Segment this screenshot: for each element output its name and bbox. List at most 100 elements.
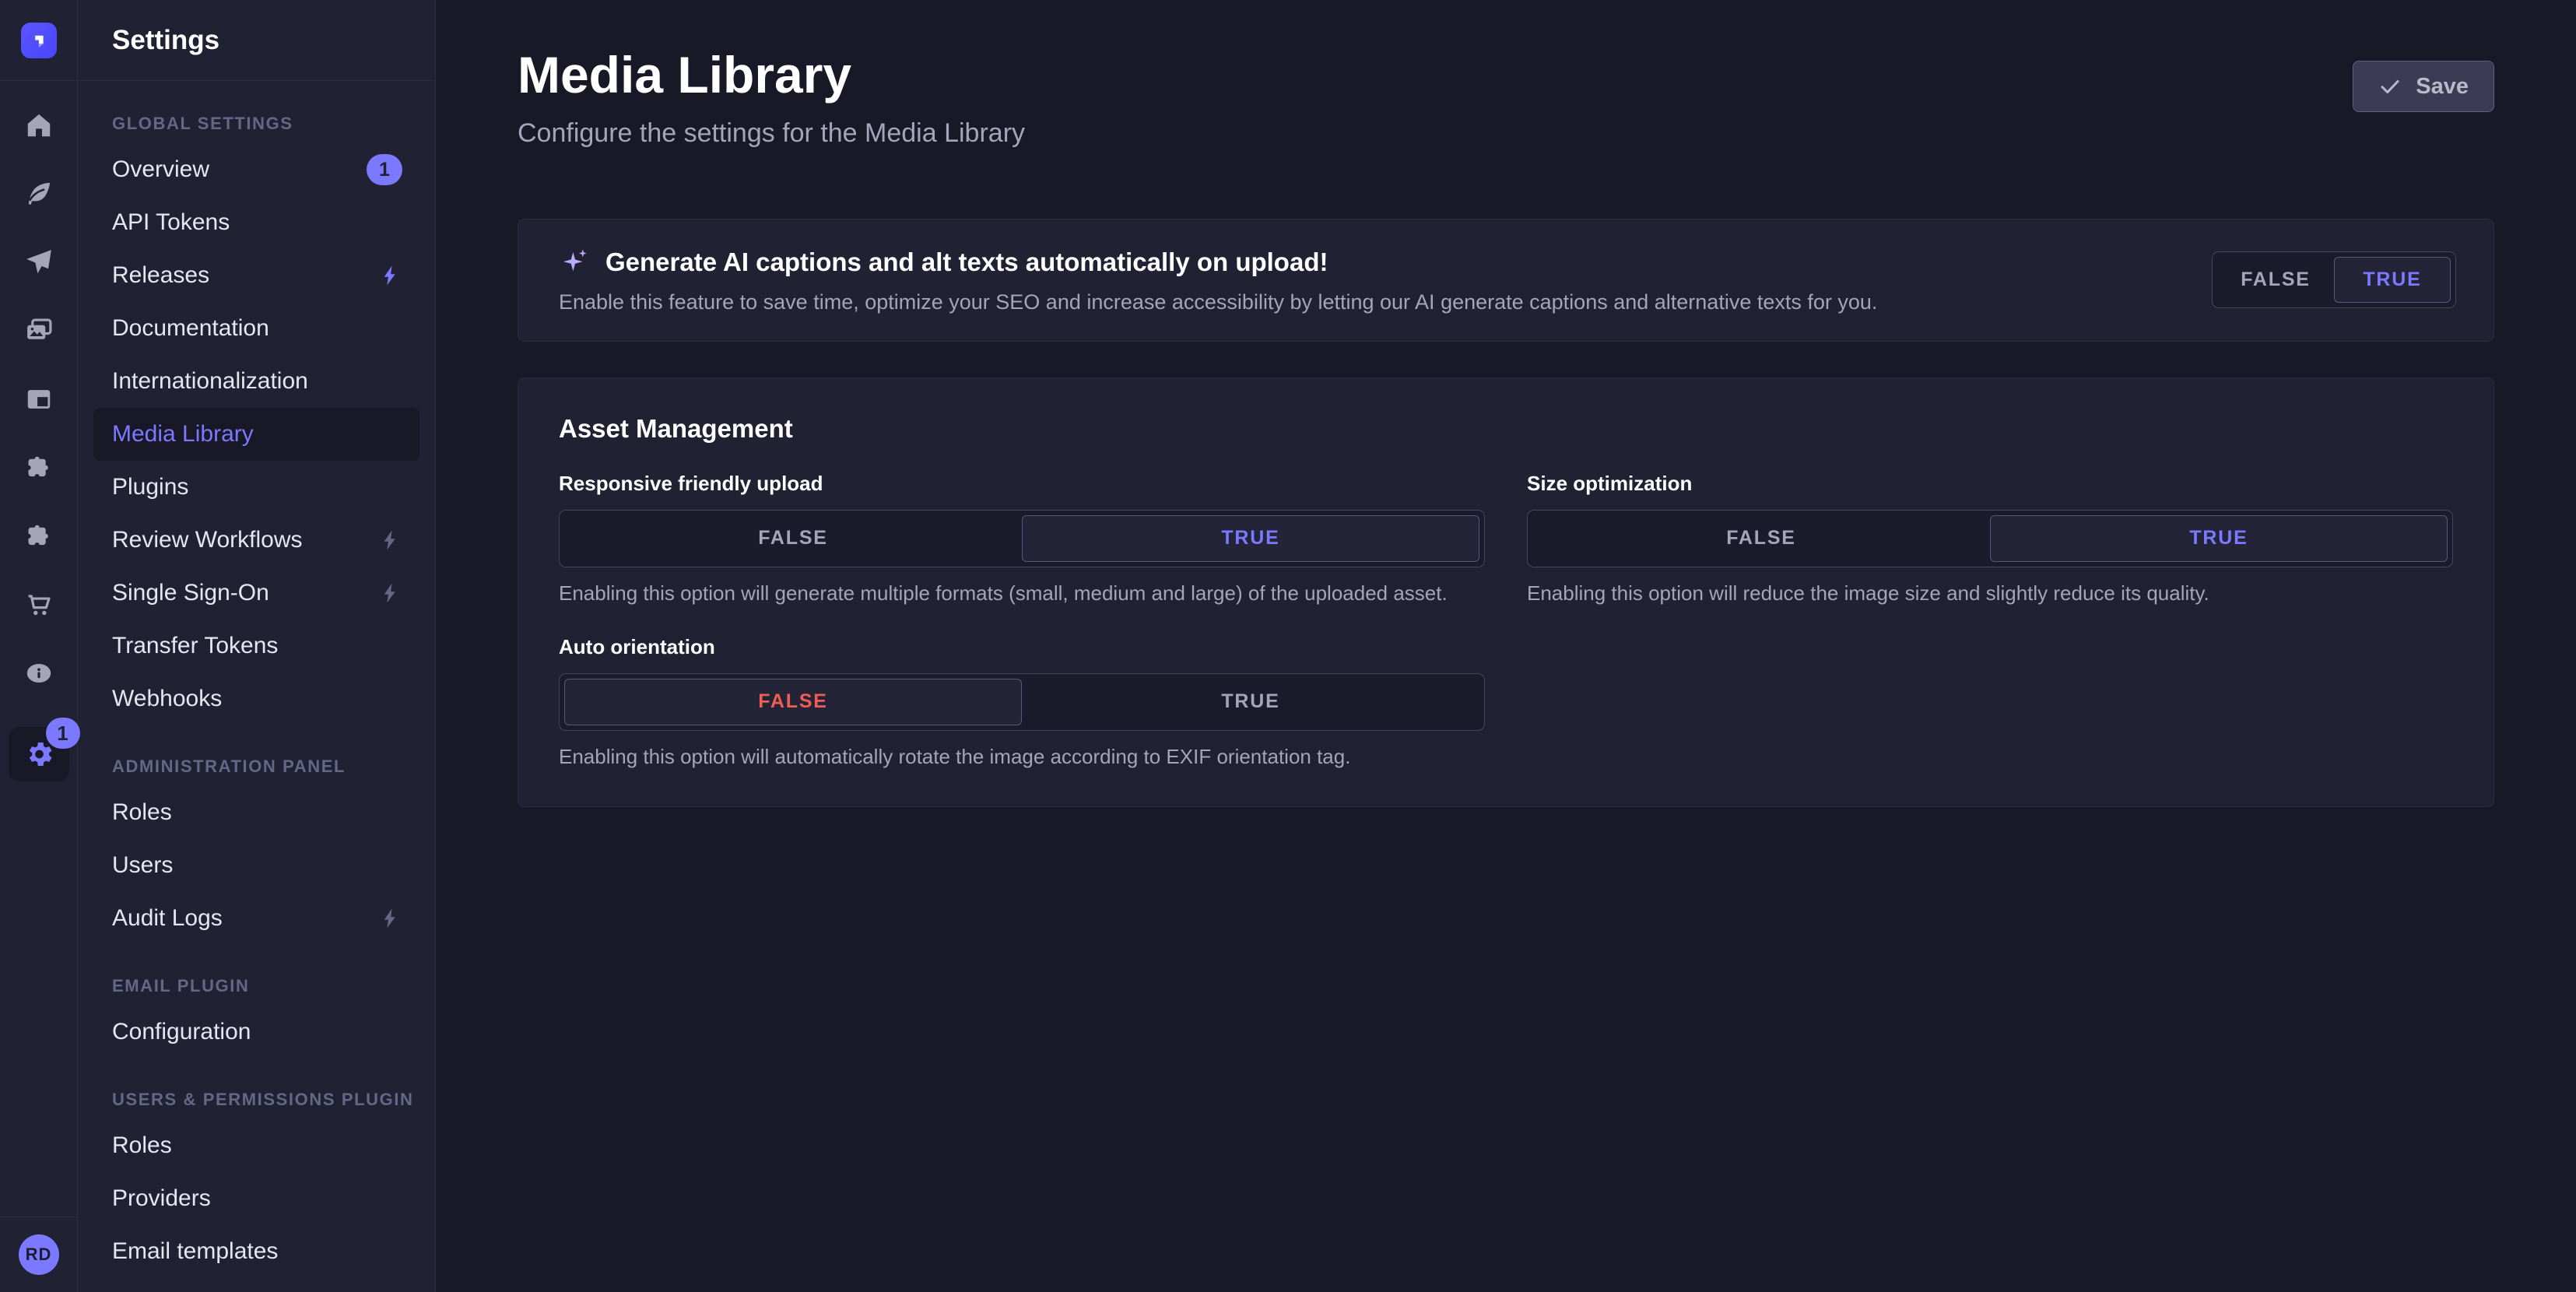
- releases-plane-icon[interactable]: [24, 248, 54, 277]
- sidebar-item-webhooks[interactable]: Webhooks: [93, 672, 419, 725]
- lightning-bolt-icon: [379, 907, 402, 930]
- lightning-bolt-icon: [379, 581, 402, 605]
- page-title: Media Library: [518, 47, 1025, 104]
- sidebar-item-roles[interactable]: Roles: [93, 786, 419, 839]
- sidebar-item-label: Email templates: [112, 1238, 278, 1265]
- field-size-optimization: Size optimization FALSE TRUE Enabling th…: [1527, 472, 2453, 606]
- size-optimization-toggle: FALSE TRUE: [1527, 510, 2453, 567]
- rail-icon-list: 1: [0, 81, 77, 1217]
- ai-caption-toggle: FALSE TRUE: [2212, 251, 2456, 308]
- auto-orientation-true[interactable]: TRUE: [1022, 679, 1479, 725]
- ai-toggle-false[interactable]: FALSE: [2217, 257, 2334, 303]
- sidebar-item-label: Media Library: [112, 421, 254, 448]
- asset-management-title: Asset Management: [559, 414, 2453, 444]
- settings-sidebar: Settings GLOBAL SETTINGS Overview 1 API …: [78, 0, 436, 1292]
- ai-caption-banner: Generate AI captions and alt texts autom…: [518, 219, 2494, 342]
- media-library-pictures-icon[interactable]: [24, 316, 54, 346]
- sidebar-item-label: Webhooks: [112, 686, 222, 712]
- size-optimization-true[interactable]: TRUE: [1990, 515, 2448, 562]
- ai-banner-text: Generate AI captions and alt texts autom…: [559, 246, 1877, 314]
- home-icon[interactable]: [24, 111, 54, 140]
- sidebar-item-configuration[interactable]: Configuration: [93, 1006, 419, 1059]
- field-empty-cell: [1527, 635, 2453, 769]
- save-button[interactable]: Save: [2353, 61, 2494, 112]
- sidebar-item-label: Internationalization: [112, 368, 308, 395]
- save-button-label: Save: [2416, 74, 2469, 100]
- content-type-builder-layout-icon[interactable]: [24, 384, 54, 414]
- field-auto-orientation: Auto orientation FALSE TRUE Enabling thi…: [559, 635, 1485, 769]
- sidebar-section-administration-panel: ADMINISTRATION PANEL Roles Users Audit L…: [112, 757, 419, 945]
- sidebar-item-label: Overview: [112, 156, 209, 183]
- auto-orientation-false[interactable]: FALSE: [564, 679, 1022, 725]
- ai-banner-head: Generate AI captions and alt texts autom…: [559, 246, 1877, 279]
- section-label: USERS & PERMISSIONS PLUGIN: [112, 1090, 419, 1110]
- check-icon: [2378, 75, 2402, 98]
- sidebar-title: Settings: [78, 0, 435, 81]
- sidebar-item-email-templates[interactable]: Email templates: [93, 1225, 419, 1278]
- field-responsive-friendly-upload: Responsive friendly upload FALSE TRUE En…: [559, 472, 1485, 606]
- size-optimization-false[interactable]: FALSE: [1532, 515, 1990, 562]
- responsive-upload-false[interactable]: FALSE: [564, 515, 1022, 562]
- user-avatar[interactable]: RD: [19, 1234, 59, 1275]
- sidebar-item-label: Roles: [112, 1132, 172, 1159]
- rail-header: [0, 0, 77, 81]
- sidebar-section-email-plugin: EMAIL PLUGIN Configuration: [112, 976, 419, 1059]
- sidebar-item-audit-logs[interactable]: Audit Logs: [93, 892, 419, 945]
- rail-footer: RD: [0, 1217, 77, 1292]
- sidebar-section-global-settings: GLOBAL SETTINGS Overview 1 API Tokens Re…: [112, 114, 419, 725]
- sidebar-item-overview[interactable]: Overview 1: [93, 143, 419, 196]
- sidebar-item-label: Review Workflows: [112, 527, 303, 553]
- sidebar-item-users[interactable]: Users: [93, 839, 419, 892]
- sidebar-section-users-permissions-plugin: USERS & PERMISSIONS PLUGIN Roles Provide…: [112, 1090, 419, 1278]
- sidebar-item-internationalization[interactable]: Internationalization: [93, 355, 419, 408]
- field-label: Responsive friendly upload: [559, 472, 1485, 496]
- sidebar-item-media-library[interactable]: Media Library: [93, 408, 419, 461]
- field-hint: Enabling this option will generate multi…: [559, 581, 1485, 606]
- ai-banner-description: Enable this feature to save time, optimi…: [559, 290, 1877, 314]
- sidebar-item-releases[interactable]: Releases: [93, 249, 419, 302]
- sidebar-item-single-sign-on[interactable]: Single Sign-On: [93, 567, 419, 620]
- sidebar-item-plugins[interactable]: Plugins: [93, 461, 419, 514]
- sidebar-item-label: Configuration: [112, 1019, 251, 1045]
- field-hint: Enabling this option will reduce the ima…: [1527, 581, 2453, 606]
- information-icon[interactable]: [24, 658, 54, 688]
- sidebar-item-label: Single Sign-On: [112, 580, 269, 606]
- sidebar-item-label: Providers: [112, 1185, 211, 1212]
- sidebar-item-label: Audit Logs: [112, 905, 223, 932]
- main-content: Media Library Configure the settings for…: [436, 0, 2576, 1292]
- lightning-bolt-icon: [379, 264, 402, 287]
- plugins-puzzle-icon[interactable]: [24, 453, 54, 483]
- strapi-logo-mark: [27, 29, 51, 52]
- section-label: EMAIL PLUGIN: [112, 976, 419, 996]
- marketplace-puzzle-icon[interactable]: [24, 521, 54, 551]
- sidebar-item-api-tokens[interactable]: API Tokens: [93, 196, 419, 249]
- sidebar-item-documentation[interactable]: Documentation: [93, 302, 419, 355]
- overview-badge: 1: [367, 154, 402, 185]
- ai-toggle-true[interactable]: TRUE: [2334, 257, 2451, 303]
- field-hint: Enabling this option will automatically …: [559, 745, 1485, 769]
- section-label: GLOBAL SETTINGS: [112, 114, 419, 134]
- field-label: Auto orientation: [559, 635, 1485, 659]
- settings-gear-icon[interactable]: 1: [9, 727, 69, 781]
- sidebar-item-transfer-tokens[interactable]: Transfer Tokens: [93, 620, 419, 672]
- sidebar-item-providers[interactable]: Providers: [93, 1172, 419, 1225]
- sidebar-item-label: Documentation: [112, 315, 269, 342]
- sidebar-item-up-roles[interactable]: Roles: [93, 1119, 419, 1172]
- sidebar-item-label: Transfer Tokens: [112, 633, 278, 659]
- sidebar-item-label: API Tokens: [112, 209, 230, 236]
- field-label: Size optimization: [1527, 472, 2453, 496]
- sidebar-item-review-workflows[interactable]: Review Workflows: [93, 514, 419, 567]
- sparkle-icon: [559, 246, 591, 279]
- ai-banner-title: Generate AI captions and alt texts autom…: [605, 248, 1328, 277]
- nav-rail: 1 RD: [0, 0, 78, 1292]
- page-header-text: Media Library Configure the settings for…: [518, 47, 1025, 149]
- sidebar-item-label: Releases: [112, 262, 209, 289]
- section-label: ADMINISTRATION PANEL: [112, 757, 419, 777]
- sidebar-nav: GLOBAL SETTINGS Overview 1 API Tokens Re…: [78, 81, 435, 1292]
- lightning-bolt-icon: [379, 528, 402, 552]
- responsive-upload-true[interactable]: TRUE: [1022, 515, 1479, 562]
- responsive-upload-toggle: FALSE TRUE: [559, 510, 1485, 567]
- content-manager-feather-icon[interactable]: [24, 179, 54, 209]
- strapi-logo[interactable]: [21, 23, 57, 58]
- purchase-cart-icon[interactable]: [24, 590, 54, 620]
